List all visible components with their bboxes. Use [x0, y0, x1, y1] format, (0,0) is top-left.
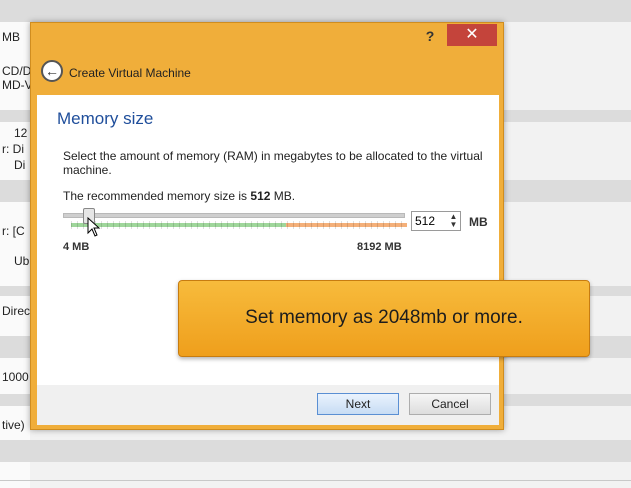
- memory-slider-ticks: [71, 221, 407, 229]
- background-text: MB: [2, 30, 20, 44]
- background-text: 12: [14, 126, 28, 140]
- create-vm-dialog: ? ✕ ← Create Virtual Machine Memory size…: [30, 22, 504, 430]
- slider-min-label: 4 MB: [63, 241, 90, 253]
- memory-spinbox[interactable]: ▲ ▼: [411, 211, 461, 231]
- memory-unit-label: MB: [469, 215, 488, 229]
- spin-arrows[interactable]: ▲ ▼: [448, 213, 459, 229]
- spin-down-icon[interactable]: ▼: [448, 221, 459, 229]
- callout-text: Set memory as 2048mb or more.: [245, 307, 523, 328]
- recommend-prefix: The recommended memory size is: [63, 189, 251, 203]
- background-text: r: [C: [2, 224, 25, 238]
- mouse-cursor-icon: [87, 217, 101, 237]
- next-button[interactable]: Next: [317, 393, 399, 415]
- recommend-value: 512: [250, 189, 271, 203]
- recommend-suffix: MB.: [270, 189, 296, 203]
- background-text: tive): [2, 418, 25, 432]
- background-band: [0, 0, 631, 22]
- memory-slider-track[interactable]: [63, 213, 405, 218]
- background-text: MD-V: [2, 78, 33, 92]
- background-text: 1000: [2, 370, 29, 384]
- memory-size-input[interactable]: [412, 212, 449, 230]
- background-divider: [0, 480, 631, 481]
- background-text: CD/D: [2, 64, 32, 78]
- background-band: [0, 440, 631, 462]
- tutorial-callout: Set memory as 2048mb or more.: [178, 280, 590, 357]
- dialog-title: Create Virtual Machine: [69, 66, 191, 80]
- cancel-button[interactable]: Cancel: [409, 393, 491, 415]
- page-title: Memory size: [57, 109, 154, 128]
- help-button[interactable]: ?: [419, 26, 441, 46]
- slider-max-label: 8192 MB: [357, 241, 402, 253]
- close-button[interactable]: ✕: [447, 24, 497, 46]
- background-text: Direc: [2, 304, 31, 318]
- memory-description: Select the amount of memory (RAM) in meg…: [63, 149, 483, 177]
- recommended-memory-text: The recommended memory size is 512 MB.: [63, 189, 295, 203]
- background-text: Ub: [14, 254, 30, 268]
- dialog-footer: Next Cancel: [37, 385, 499, 425]
- background-text: r: Di: [2, 142, 24, 156]
- back-button[interactable]: ←: [41, 60, 63, 82]
- background-text: Di: [14, 158, 26, 172]
